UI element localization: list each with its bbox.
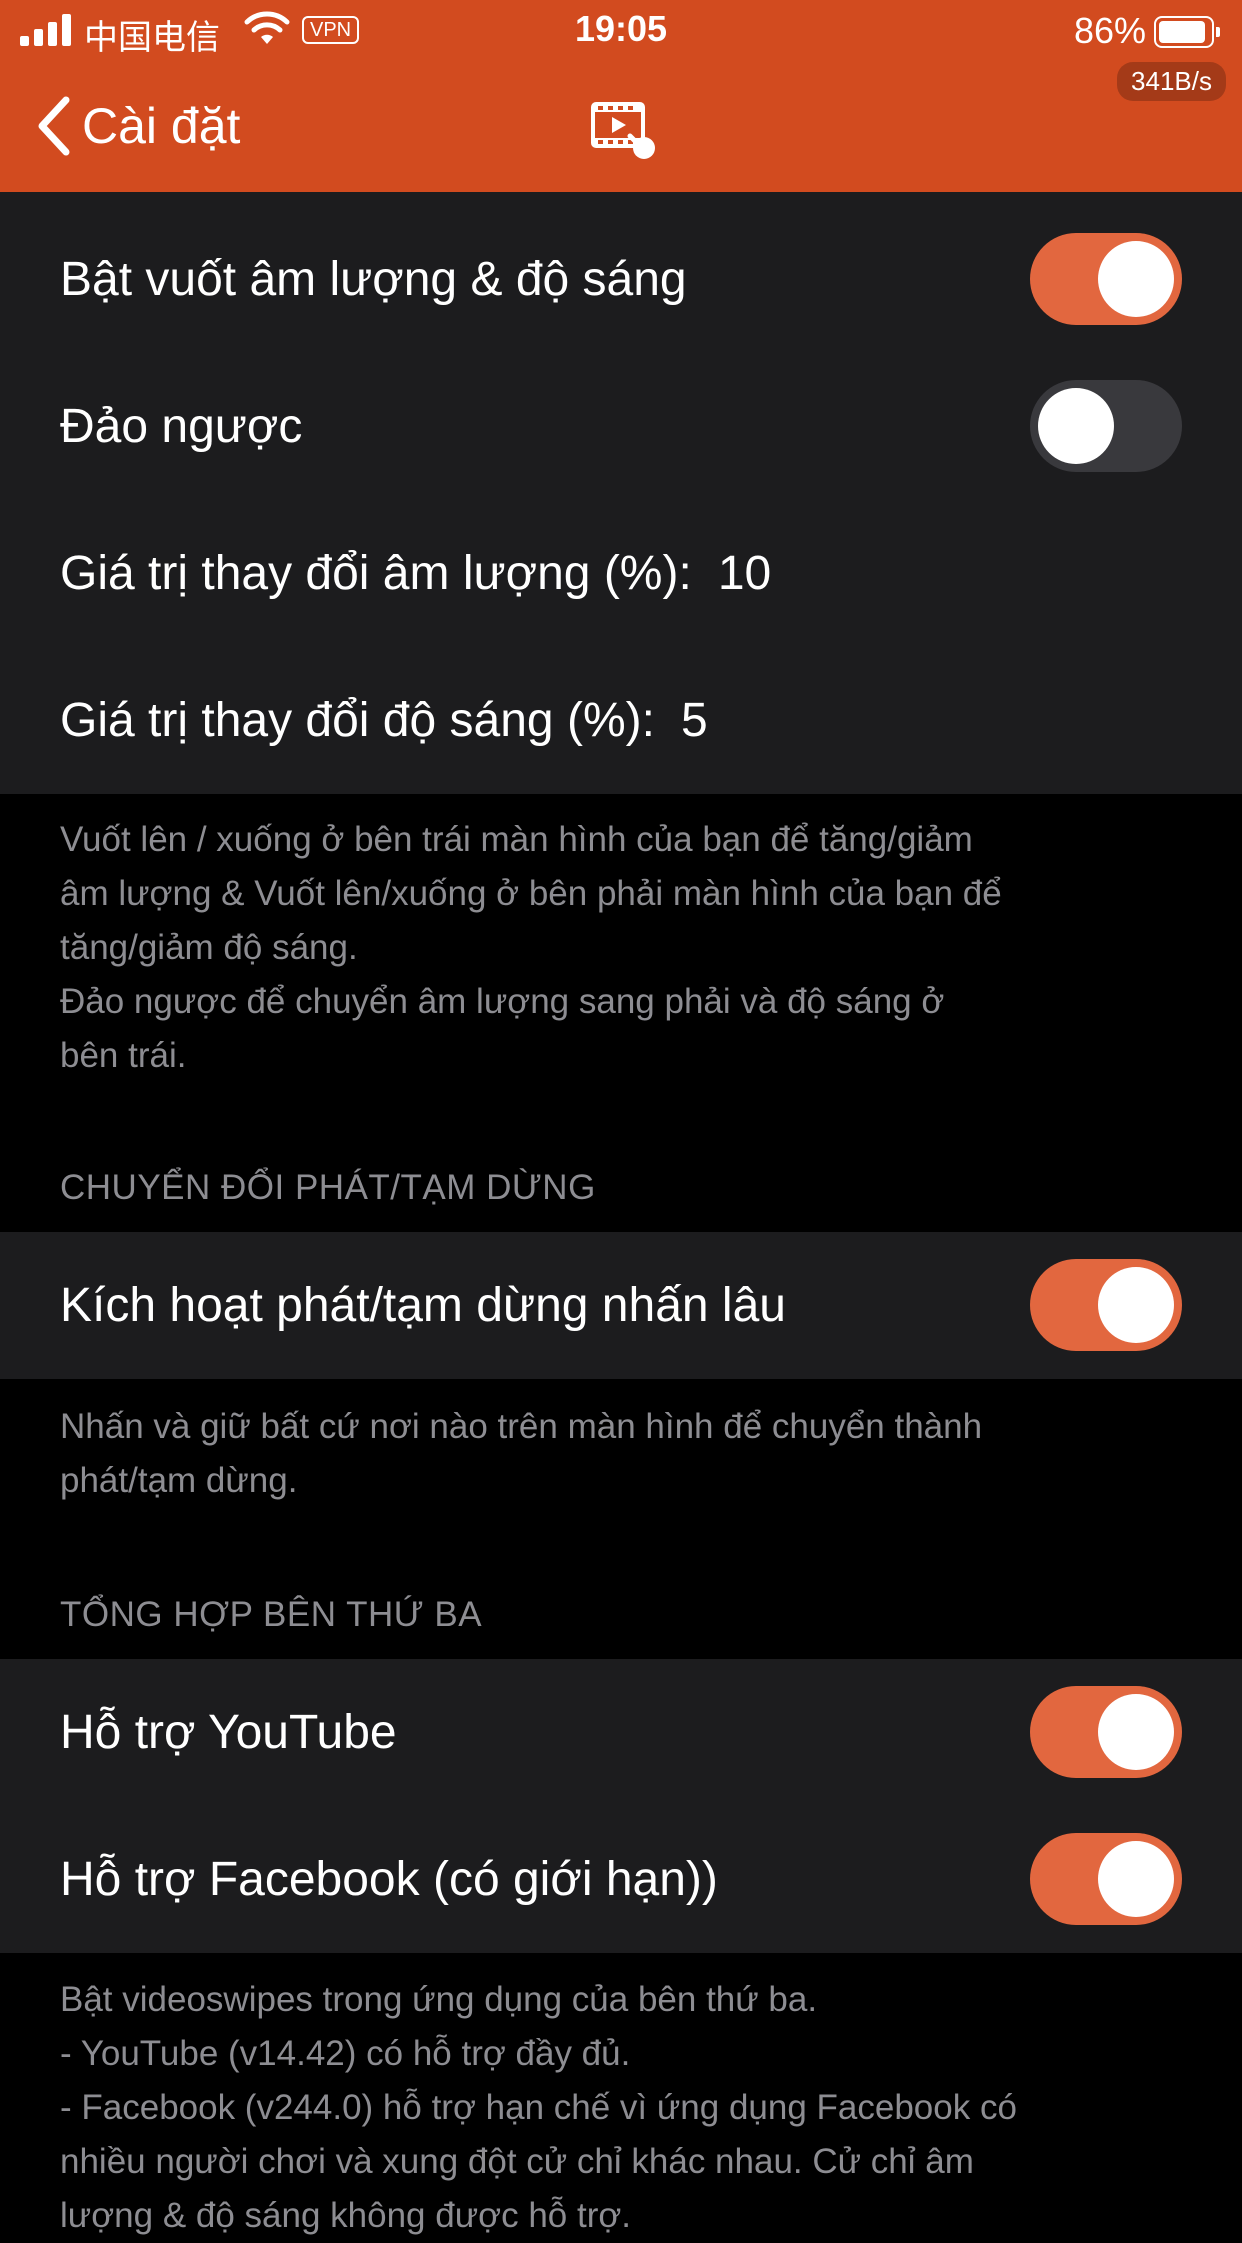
facebook-label: Hỗ trợ Facebook (có giới hạn)) (60, 1853, 718, 1906)
play-pause-footer: Nhấn và giữ bất cứ nơi nào trên màn hình… (60, 1400, 1180, 1508)
brightness-step-label: Giá trị thay đổi độ sáng (%): (60, 694, 655, 747)
footer-line: lượng & độ sáng không được hỗ trợ. (60, 2196, 632, 2235)
invert-label: Đảo ngược (60, 400, 303, 453)
footer-line: bên trái. (60, 1036, 187, 1075)
swipe-settings-group: Bật vuốt âm lượng & độ sáng Đảo ngược Gi… (0, 206, 1242, 794)
brightness-step-text: Giá trị thay đổi độ sáng (%): 5 (60, 647, 708, 794)
footer-line: - YouTube (v14.42) có hỗ trợ đầy đủ. (60, 2034, 631, 2073)
third-party-footer: Bật videoswipes trong ứng dụng của bên t… (60, 1973, 1180, 2243)
swipe-settings-footer: Vuốt lên / xuống ở bên trái màn hình của… (60, 813, 1180, 1083)
battery-percentage: 86% (1073, 10, 1146, 51)
swipe-volume-brightness-row: Bật vuốt âm lượng & độ sáng (0, 206, 1242, 353)
network-speed-badge: 341B/s (1117, 62, 1226, 101)
brightness-step-row[interactable]: Giá trị thay đổi độ sáng (%): 5 (0, 647, 1242, 794)
navigation-bar: 中国电信 VPN 19:05 86% 341B/s Cài đặt (0, 0, 1242, 192)
invert-row: Đảo ngược (0, 353, 1242, 500)
footer-line: Nhấn và giữ bất cứ nơi nào trên màn hình… (60, 1407, 983, 1446)
status-bar: 中国电信 VPN 19:05 86% (0, 0, 1242, 60)
section-header-play-pause: CHUYỂN ĐỔI PHÁT/TẠM DỪNG (60, 1168, 596, 1207)
footer-line: tăng/giảm độ sáng. (60, 928, 358, 967)
battery-icon (1154, 16, 1220, 48)
back-button[interactable]: Cài đặt (34, 94, 240, 158)
back-button-label: Cài đặt (82, 98, 241, 154)
brightness-step-value[interactable]: 5 (681, 693, 708, 748)
swipe-volume-brightness-toggle[interactable] (1030, 233, 1182, 325)
long-press-toggle[interactable] (1030, 1259, 1182, 1351)
play-pause-group: Kích hoạt phát/tạm dừng nhấn lâu (0, 1232, 1242, 1379)
chevron-left-icon (38, 96, 70, 156)
footer-line: nhiều người chơi và xung đột cử chỉ khác… (60, 2142, 974, 2181)
youtube-label: Hỗ trợ YouTube (60, 1706, 397, 1759)
youtube-toggle[interactable] (1030, 1686, 1182, 1778)
volume-step-label: Giá trị thay đổi âm lượng (%): (60, 547, 692, 600)
footer-line: - Facebook (v244.0) hỗ trợ hạn chế vì ứn… (60, 2088, 1017, 2127)
facebook-toggle[interactable] (1030, 1833, 1182, 1925)
third-party-group: Hỗ trợ YouTube Hỗ trợ Facebook (có giới … (0, 1659, 1242, 1953)
clock: 19:05 (574, 8, 668, 49)
invert-toggle[interactable] (1030, 380, 1182, 472)
video-swipe-icon (591, 102, 655, 159)
section-header-third-party: TỔNG HỢP BÊN THỨ BA (60, 1595, 483, 1634)
long-press-label: Kích hoạt phát/tạm dừng nhấn lâu (60, 1279, 786, 1332)
footer-line: Bật videoswipes trong ứng dụng của bên t… (60, 1980, 818, 2019)
youtube-row: Hỗ trợ YouTube (0, 1659, 1242, 1806)
separator (0, 192, 1242, 206)
swipe-volume-brightness-label: Bật vuốt âm lượng & độ sáng (60, 253, 687, 306)
footer-line: phát/tạm dừng. (60, 1461, 298, 1500)
facebook-row: Hỗ trợ Facebook (có giới hạn)) (0, 1806, 1242, 1953)
volume-step-text: Giá trị thay đổi âm lượng (%): 10 (60, 500, 771, 647)
volume-step-value[interactable]: 10 (718, 546, 771, 601)
footer-line: Đảo ngược để chuyển âm lượng sang phải v… (60, 982, 945, 1021)
footer-line: Vuốt lên / xuống ở bên trái màn hình của… (60, 820, 973, 859)
footer-line: âm lượng & Vuốt lên/xuống ở bên phải màn… (60, 874, 1002, 913)
volume-step-row[interactable]: Giá trị thay đổi âm lượng (%): 10 (0, 500, 1242, 647)
long-press-row: Kích hoạt phát/tạm dừng nhấn lâu (0, 1232, 1242, 1379)
